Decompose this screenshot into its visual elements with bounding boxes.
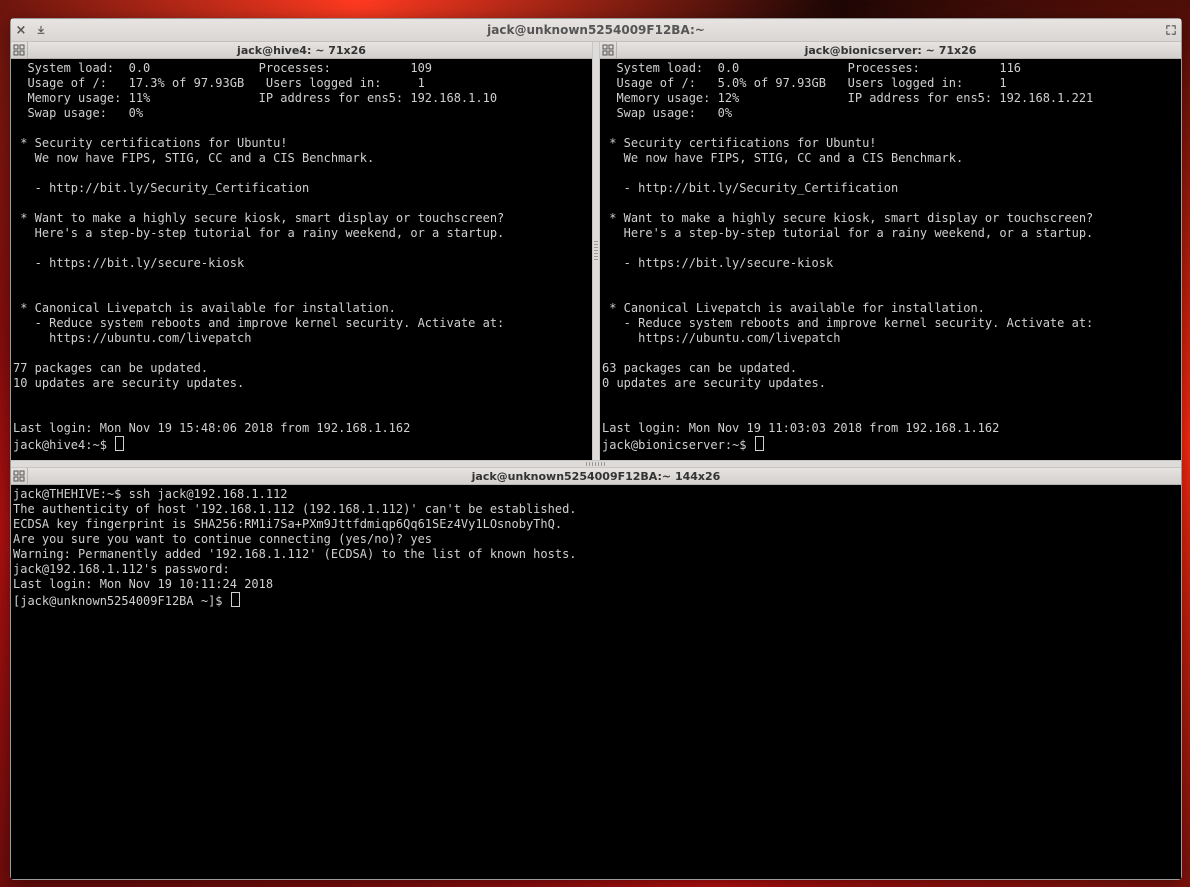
tiles-icon bbox=[13, 44, 25, 56]
term-line: System load: 0.0 Processes: 109 bbox=[13, 61, 432, 75]
horizontal-splitter[interactable] bbox=[11, 460, 1181, 468]
pane-left-title: jack@hive4: ~ 71x26 bbox=[11, 44, 592, 57]
terminal-left[interactable]: System load: 0.0 Processes: 109 Usage of… bbox=[11, 59, 592, 460]
term-line: 77 packages can be updated. bbox=[13, 361, 208, 375]
pane-bottom-title: jack@unknown5254009F12BA:~ 144x26 bbox=[11, 470, 1181, 483]
terminal-window: × jack@unknown5254009F12BA:~ bbox=[10, 18, 1182, 880]
pane-bottom-bar[interactable]: jack@unknown5254009F12BA:~ 144x26 bbox=[11, 468, 1181, 485]
tiles-icon bbox=[602, 44, 614, 56]
term-line: * Security certifications for Ubuntu! bbox=[602, 136, 877, 150]
term-line: Memory usage: 11% IP address for ens5: 1… bbox=[13, 91, 497, 105]
term-line: Last login: Mon Nov 19 10:11:24 2018 bbox=[13, 577, 273, 591]
term-line: Warning: Permanently added '192.168.1.11… bbox=[13, 547, 577, 561]
terminal-right[interactable]: System load: 0.0 Processes: 116 Usage of… bbox=[600, 59, 1181, 460]
term-line: * Security certifications for Ubuntu! bbox=[13, 136, 288, 150]
window-titlebar[interactable]: × jack@unknown5254009F12BA:~ bbox=[11, 19, 1181, 42]
terminal-bottom[interactable]: jack@THEHIVE:~$ ssh jack@192.168.1.112 T… bbox=[11, 485, 1181, 879]
tile-button[interactable] bbox=[11, 42, 28, 58]
term-line: https://ubuntu.com/livepatch bbox=[13, 331, 251, 345]
cursor bbox=[231, 592, 240, 607]
close-button[interactable]: × bbox=[11, 20, 31, 40]
term-line: 10 updates are security updates. bbox=[13, 376, 244, 390]
pane-right-bar[interactable]: jack@bionicserver: ~ 71x26 bbox=[600, 42, 1181, 59]
term-line: We now have FIPS, STIG, CC and a CIS Ben… bbox=[13, 151, 374, 165]
minimize-button[interactable] bbox=[31, 20, 51, 40]
term-prompt: [jack@unknown5254009F12BA ~]$ bbox=[13, 594, 230, 608]
pane-left-bar[interactable]: jack@hive4: ~ 71x26 bbox=[11, 42, 592, 59]
download-icon bbox=[36, 25, 46, 35]
term-prompt: jack@hive4:~$ bbox=[13, 438, 114, 452]
term-line: Are you sure you want to continue connec… bbox=[13, 532, 432, 546]
pane-right-title: jack@bionicserver: ~ 71x26 bbox=[600, 44, 1181, 57]
term-line: Usage of /: 17.3% of 97.93GB Users logge… bbox=[13, 76, 425, 90]
term-line: Here's a step-by-step tutorial for a rai… bbox=[602, 226, 1093, 240]
term-line: Last login: Mon Nov 19 15:48:06 2018 fro… bbox=[13, 421, 410, 435]
term-line: System load: 0.0 Processes: 116 bbox=[602, 61, 1021, 75]
maximize-button[interactable] bbox=[1161, 20, 1181, 40]
term-line: * Want to make a highly secure kiosk, sm… bbox=[13, 211, 504, 225]
term-line: Memory usage: 12% IP address for ens5: 1… bbox=[602, 91, 1093, 105]
term-line: * Canonical Livepatch is available for i… bbox=[13, 301, 396, 315]
term-line: Usage of /: 5.0% of 97.93GB Users logged… bbox=[602, 76, 1007, 90]
term-line: - Reduce system reboots and improve kern… bbox=[13, 316, 504, 330]
term-line: jack@192.168.1.112's password: bbox=[13, 562, 230, 576]
term-line: 0 updates are security updates. bbox=[602, 376, 826, 390]
term-line: Here's a step-by-step tutorial for a rai… bbox=[13, 226, 504, 240]
window-title: jack@unknown5254009F12BA:~ bbox=[11, 23, 1181, 37]
term-line: - https://bit.ly/secure-kiosk bbox=[13, 256, 244, 270]
term-prompt: jack@bionicserver:~$ bbox=[602, 438, 754, 452]
pane-right: jack@bionicserver: ~ 71x26 System load: … bbox=[600, 42, 1181, 460]
top-row: jack@hive4: ~ 71x26 System load: 0.0 Pro… bbox=[11, 42, 1181, 460]
cursor bbox=[115, 436, 124, 451]
term-line: Last login: Mon Nov 19 11:03:03 2018 fro… bbox=[602, 421, 999, 435]
tiles-icon bbox=[13, 470, 25, 482]
pane-bottom: jack@unknown5254009F12BA:~ 144x26 jack@T… bbox=[11, 468, 1181, 879]
pane-left: jack@hive4: ~ 71x26 System load: 0.0 Pro… bbox=[11, 42, 592, 460]
term-line: Swap usage: 0% bbox=[602, 106, 732, 120]
term-line: https://ubuntu.com/livepatch bbox=[602, 331, 840, 345]
term-line: - https://bit.ly/secure-kiosk bbox=[602, 256, 833, 270]
term-line: - http://bit.ly/Security_Certification bbox=[13, 181, 309, 195]
term-line: We now have FIPS, STIG, CC and a CIS Ben… bbox=[602, 151, 963, 165]
term-line: Swap usage: 0% bbox=[13, 106, 143, 120]
tile-button[interactable] bbox=[600, 42, 617, 58]
expand-icon bbox=[1166, 25, 1176, 35]
cursor bbox=[755, 436, 764, 451]
term-line: 63 packages can be updated. bbox=[602, 361, 797, 375]
term-line: The authenticity of host '192.168.1.112 … bbox=[13, 502, 577, 516]
term-line: * Canonical Livepatch is available for i… bbox=[602, 301, 985, 315]
term-line: jack@THEHIVE:~$ ssh jack@192.168.1.112 bbox=[13, 487, 288, 501]
term-line: ECDSA key fingerprint is SHA256:RM1i7Sa+… bbox=[13, 517, 562, 531]
term-line: - http://bit.ly/Security_Certification bbox=[602, 181, 898, 195]
term-line: - Reduce system reboots and improve kern… bbox=[602, 316, 1093, 330]
vertical-splitter[interactable] bbox=[592, 42, 600, 460]
term-line: * Want to make a highly secure kiosk, sm… bbox=[602, 211, 1093, 225]
tile-button[interactable] bbox=[11, 468, 28, 484]
window-client-area: jack@hive4: ~ 71x26 System load: 0.0 Pro… bbox=[11, 42, 1181, 879]
